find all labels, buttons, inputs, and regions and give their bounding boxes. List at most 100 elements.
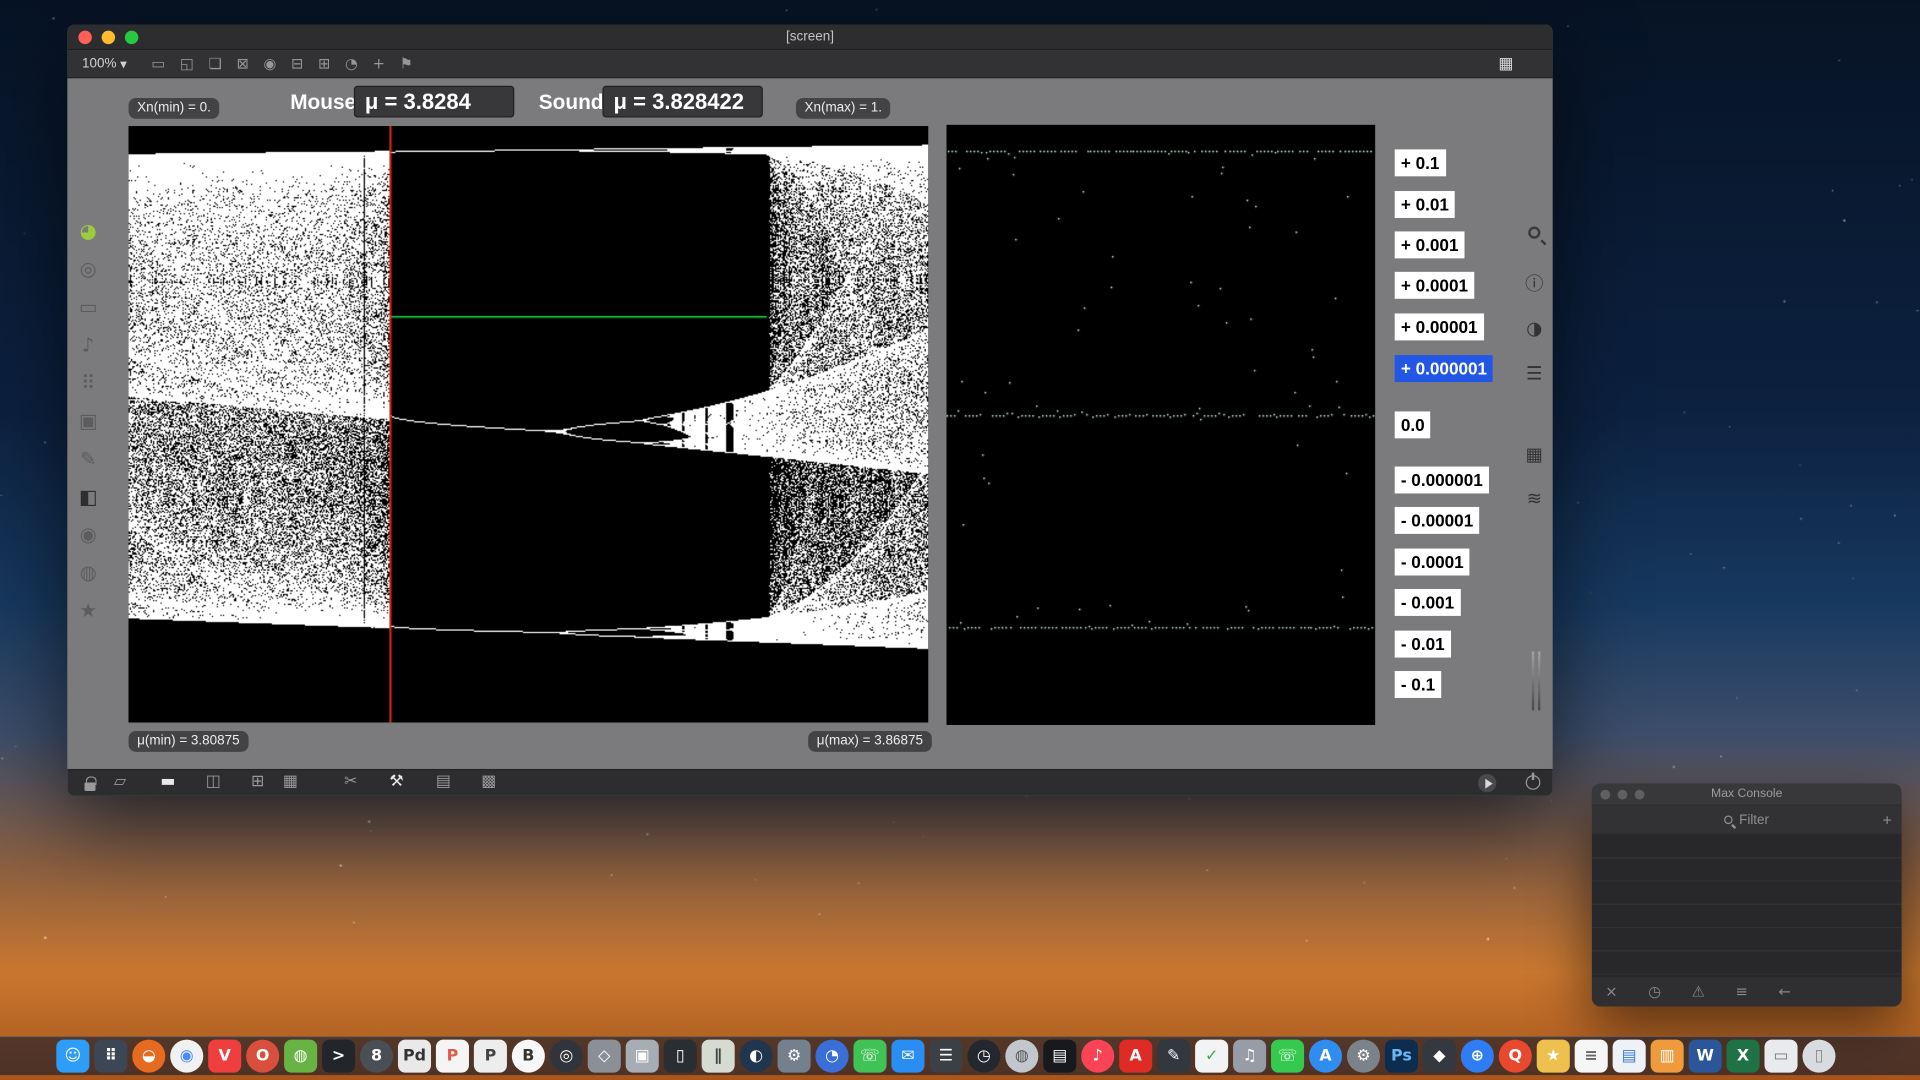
increment-button[interactable]: + 0.01: [1395, 191, 1455, 218]
dock-icon-dark-app[interactable]: ◆: [1423, 1040, 1456, 1073]
close-button[interactable]: [78, 31, 91, 44]
zoom-control[interactable]: 100% ▾: [82, 56, 127, 72]
increment-button[interactable]: + 0.1: [1395, 149, 1446, 176]
dock-icon-obs[interactable]: ◎: [550, 1040, 583, 1073]
minimize-button[interactable]: [102, 31, 115, 44]
dock-icon-blue-app[interactable]: ◔: [816, 1040, 849, 1073]
dock-icon-p-app[interactable]: P: [474, 1040, 507, 1073]
record-icon[interactable]: ◍: [80, 561, 97, 584]
dock-icon-live[interactable]: ∥: [702, 1040, 735, 1073]
picture-icon[interactable]: ▣: [79, 409, 98, 432]
dock-icon-chrome[interactable]: ◉: [170, 1040, 203, 1073]
send-icon[interactable]: ⚑: [400, 55, 413, 72]
increment-button[interactable]: - 0.00001: [1395, 507, 1480, 534]
dock-icon-firefox[interactable]: ◒: [132, 1040, 165, 1073]
dock-icon-terminal[interactable]: >: [322, 1040, 355, 1073]
dock-icon-trash[interactable]: ▯: [1802, 1040, 1835, 1073]
pencil-icon[interactable]: ✎: [80, 447, 96, 470]
dock-icon-music[interactable]: ♪: [1081, 1040, 1114, 1073]
dock-icon-settings[interactable]: ⚙: [1347, 1040, 1380, 1073]
dock-icon-excel[interactable]: X: [1727, 1040, 1760, 1073]
comment-tool-icon[interactable]: ▬: [160, 773, 175, 791]
dock-icon-vivaldi[interactable]: V: [208, 1040, 241, 1073]
increment-button[interactable]: + 0.000001: [1395, 355, 1494, 382]
console-titlebar[interactable]: Max Console: [1592, 784, 1902, 806]
search-icon[interactable]: [1528, 227, 1540, 239]
dock-icon-quicktime[interactable]: Q: [1499, 1040, 1532, 1073]
comment-icon[interactable]: ❏: [209, 55, 222, 72]
keyboard-icon[interactable]: ▤: [436, 773, 451, 791]
select-tool-icon[interactable]: ▱: [114, 773, 126, 791]
dock-icon-adobe[interactable]: A: [1119, 1040, 1152, 1073]
info-circle-icon[interactable]: ◉: [80, 523, 97, 546]
increment-button[interactable]: - 0.0001: [1395, 549, 1470, 576]
mu-mouse-numberbox[interactable]: μ = 3.8284: [354, 86, 514, 118]
lock-icon[interactable]: [84, 782, 95, 791]
dock-icon-b-app[interactable]: B: [512, 1040, 545, 1073]
toggle-icon[interactable]: ⊠: [236, 55, 248, 72]
dock-icon-sketch-app[interactable]: ✎: [1157, 1040, 1190, 1073]
audio-status-icon[interactable]: ◕: [80, 219, 97, 242]
dock-icon-textedit[interactable]: ≡: [1575, 1040, 1608, 1073]
increment-button[interactable]: - 0.000001: [1395, 467, 1489, 494]
dock-icon-mail[interactable]: ✉: [891, 1040, 924, 1073]
object-box-icon[interactable]: ▭: [151, 55, 165, 72]
increment-button[interactable]: + 0.001: [1395, 231, 1465, 258]
dock-icon-appstore[interactable]: A: [1309, 1040, 1342, 1073]
patch-cords-icon[interactable]: ✂: [344, 773, 357, 791]
zoom-button[interactable]: [125, 31, 138, 44]
dock-icon-word[interactable]: W: [1689, 1040, 1722, 1073]
add-object-icon[interactable]: +: [373, 55, 385, 72]
button-icon[interactable]: ◉: [263, 55, 276, 72]
history-icon[interactable]: ◷: [1648, 983, 1661, 1000]
dock-icon-launchpad[interactable]: ⠿: [94, 1040, 127, 1073]
circle-icon[interactable]: ◎: [80, 257, 97, 280]
audio-note-icon[interactable]: ♪: [82, 333, 95, 356]
play-button[interactable]: [1478, 774, 1496, 792]
dock-icon-gear-app[interactable]: ⚙: [778, 1040, 811, 1073]
increment-button[interactable]: + 0.0001: [1395, 272, 1474, 299]
power-icon[interactable]: [1526, 775, 1541, 790]
wrench-icon[interactable]: ⚒: [389, 773, 403, 791]
speaker-icon[interactable]: ◧: [79, 485, 98, 508]
dock-icon-clock-app[interactable]: ◷: [967, 1040, 1000, 1073]
inspector-icon[interactable]: ⓘ: [1525, 271, 1543, 297]
dock-icon-star-app[interactable]: ★: [1537, 1040, 1570, 1073]
dock-icon-eight-ball[interactable]: 8: [360, 1040, 393, 1073]
dock-icon-puredata[interactable]: Pd: [398, 1040, 431, 1073]
grid-icon[interactable]: ▦: [1498, 54, 1513, 72]
dock-icon-facetime[interactable]: ☏: [1271, 1040, 1304, 1073]
star-icon[interactable]: ★: [79, 599, 97, 622]
dock-icon-light-circle[interactable]: ◍: [1005, 1040, 1038, 1073]
window-titlebar[interactable]: [screen]: [67, 24, 1552, 50]
dock-icon-mixer-app[interactable]: ☰: [929, 1040, 962, 1073]
list-icon[interactable]: ☰: [1526, 362, 1542, 384]
dock-icon-steam[interactable]: ◐: [740, 1040, 773, 1073]
dock-icon-finder[interactable]: ☺: [56, 1040, 89, 1073]
columns-icon[interactable]: ≡: [1735, 983, 1747, 1000]
link-icon[interactable]: ⊞: [251, 773, 264, 791]
flonum-icon[interactable]: ⊞: [318, 55, 330, 72]
add-icon[interactable]: +: [1883, 811, 1892, 829]
increment-button[interactable]: - 0.01: [1395, 631, 1451, 658]
return-icon[interactable]: ←: [1778, 983, 1790, 1000]
dock-icon-iphone[interactable]: ▯: [664, 1040, 697, 1073]
bifurcation-display[interactable]: [129, 126, 929, 722]
dock-icon-pages[interactable]: P: [436, 1040, 469, 1073]
dock-icon-note-app[interactable]: ♫: [1233, 1040, 1266, 1073]
increment-button[interactable]: 0.0: [1395, 411, 1431, 438]
bifurcation-canvas[interactable]: [129, 126, 929, 722]
dial-icon[interactable]: ◔: [345, 55, 358, 72]
dock-icon-unity[interactable]: ◇: [588, 1040, 621, 1073]
dock-icon-opera[interactable]: O: [246, 1040, 279, 1073]
message-box-icon[interactable]: ◱: [180, 55, 194, 72]
dock-icon-photoshop[interactable]: Ps: [1385, 1040, 1418, 1073]
dock-icon-safari[interactable]: ⊕: [1461, 1040, 1494, 1073]
clear-icon[interactable]: ×: [1605, 983, 1617, 1000]
dock-icon-gray-app[interactable]: ▣: [626, 1040, 659, 1073]
contrast-icon[interactable]: ◑: [1526, 317, 1542, 339]
dock-icon-preview-window[interactable]: ▭: [1764, 1040, 1797, 1073]
dock-icon-midi-keys[interactable]: ▤: [1043, 1040, 1076, 1073]
number-box-icon[interactable]: ⊟: [291, 55, 303, 72]
filter-input[interactable]: Filter: [1739, 812, 1769, 827]
